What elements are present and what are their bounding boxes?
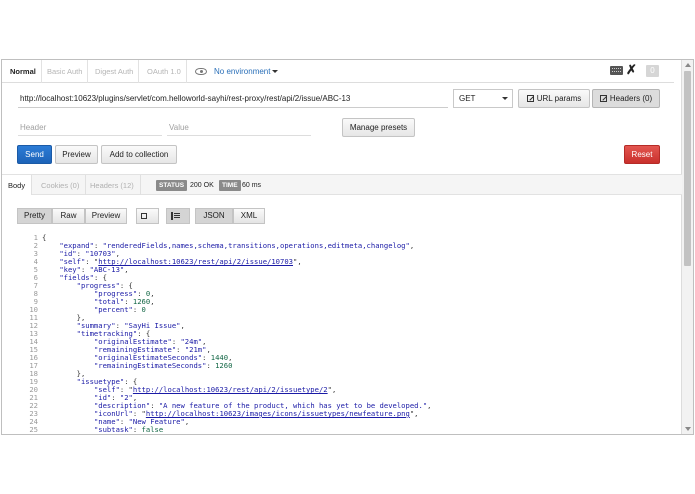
- status-label: STATUS: [156, 180, 188, 191]
- code-line: 10 "percent": 0: [16, 306, 666, 314]
- vertical-scrollbar[interactable]: [681, 60, 693, 434]
- response-body[interactable]: 1{2 "expand": "renderedFields,names,sche…: [16, 234, 666, 434]
- auth-tab-bar: Normal Basic Auth Digest Auth OAuth 1.0 …: [2, 60, 674, 83]
- tab-normal[interactable]: Normal: [5, 60, 42, 83]
- code-token: ,: [180, 321, 185, 330]
- code-token: "remainingEstimateSeconds": [93, 361, 207, 370]
- code-line: 5 "key": "ABC-13",: [16, 266, 666, 274]
- xml-button[interactable]: XML: [233, 208, 265, 224]
- code-token: ,: [124, 265, 129, 274]
- line-number: 25: [29, 425, 38, 434]
- tab-cookies[interactable]: Cookies (0): [35, 175, 87, 195]
- code-token: ,: [150, 297, 155, 306]
- code-token: ,: [184, 417, 190, 426]
- send-button[interactable]: Send: [17, 145, 52, 164]
- code-token: "renderedFields,names,schema,transitions…: [102, 241, 410, 250]
- url-params-button[interactable]: URL params: [518, 89, 590, 108]
- code-token: 0: [141, 305, 146, 314]
- time-label: TIME: [219, 180, 241, 191]
- edit-icon: [599, 95, 607, 102]
- code-line: 17 "remainingEstimateSeconds": 1260: [16, 362, 666, 370]
- wrap-button[interactable]: [166, 208, 190, 224]
- chevron-down-icon: [502, 97, 508, 100]
- add-to-collection-button[interactable]: Add to collection: [101, 145, 177, 164]
- code-token: ,: [409, 241, 415, 250]
- code-token: false: [141, 425, 164, 434]
- keyboard-icon[interactable]: [610, 66, 623, 75]
- code-token: ",: [409, 409, 419, 418]
- code-token: "subtask": [93, 425, 133, 434]
- status-value: 200 OK: [190, 182, 214, 189]
- tab-basic-auth[interactable]: Basic Auth: [42, 60, 89, 83]
- method-select[interactable]: GET: [453, 89, 513, 108]
- code-token: ,: [427, 401, 432, 410]
- tab-digest-auth[interactable]: Digest Auth: [90, 60, 140, 83]
- manage-presets-button[interactable]: Manage presets: [342, 118, 415, 137]
- eye-icon[interactable]: [195, 68, 207, 75]
- tab-oauth[interactable]: OAuth 1.0: [142, 60, 187, 83]
- code-token: ",: [327, 385, 337, 394]
- json-button[interactable]: JSON: [195, 208, 233, 224]
- response-tab-bar: Body Cookies (0) Headers (12) STATUS 200…: [2, 174, 682, 195]
- copy-icon: [141, 213, 147, 219]
- code-token: :: [206, 361, 216, 370]
- scroll-up-arrow-icon[interactable]: [685, 63, 691, 67]
- reset-button[interactable]: Reset: [624, 145, 660, 164]
- code-token: http://localhost:10623/rest/api/2/issuet…: [132, 385, 328, 394]
- tab-response-headers[interactable]: Headers (12): [84, 175, 141, 195]
- environment-label: No environment: [214, 67, 271, 76]
- pretty-button[interactable]: Pretty: [17, 208, 52, 224]
- time-value: 60 ms: [242, 182, 262, 189]
- headers-button[interactable]: Headers (0): [592, 89, 660, 108]
- code-token: :: [132, 425, 142, 434]
- environment-select[interactable]: No environment: [214, 60, 279, 83]
- preview-button[interactable]: Preview: [55, 145, 98, 164]
- scroll-thumb[interactable]: [684, 71, 691, 266]
- raw-button[interactable]: Raw: [52, 208, 85, 224]
- count-badge[interactable]: 0: [646, 65, 659, 77]
- url-input[interactable]: [18, 89, 448, 108]
- code-token: :: [132, 305, 142, 314]
- code-token: 1260: [215, 361, 233, 370]
- edit-icon: [526, 95, 534, 102]
- scroll-down-arrow-icon[interactable]: [685, 427, 691, 431]
- wrench-icon[interactable]: ✗: [626, 63, 637, 77]
- header-value-input[interactable]: [167, 119, 311, 136]
- code-token: ",: [293, 257, 302, 266]
- code-line: 25 "subtask": false: [16, 426, 666, 434]
- preview-view-button[interactable]: Preview: [85, 208, 127, 224]
- tab-body[interactable]: Body: [2, 175, 33, 195]
- chevron-down-icon: [272, 70, 279, 74]
- method-label: GET: [459, 94, 476, 103]
- headers-label: Headers (0): [609, 94, 653, 103]
- header-key-input[interactable]: [18, 119, 162, 136]
- wrap-lines-icon: [171, 212, 180, 220]
- url-params-label: URL params: [536, 94, 582, 103]
- copy-button[interactable]: [136, 208, 159, 224]
- code-token: "percent": [93, 305, 133, 314]
- postman-window: Normal Basic Auth Digest Auth OAuth 1.0 …: [1, 59, 694, 435]
